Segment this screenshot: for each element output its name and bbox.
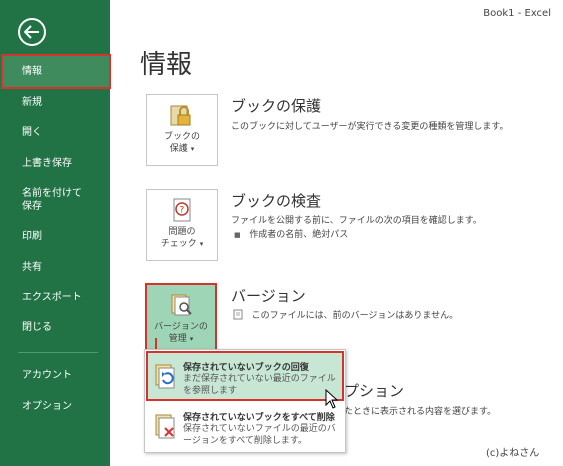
- sidebar-item-info[interactable]: 情報: [1, 54, 111, 89]
- sidebar-item-label: 新規: [22, 97, 42, 108]
- inspect-description: ファイルを公開する前に、ファイルの次の項目を確認します。: [231, 216, 482, 226]
- versions-description-text: このファイルには、前のバージョンはありません。: [251, 311, 459, 321]
- sidebar-item-label: 情報: [22, 66, 42, 77]
- protect-title: ブックの保護: [231, 97, 322, 115]
- delete-document-icon: [155, 414, 175, 439]
- chevron-down-icon: ▾: [189, 335, 194, 343]
- versions-icon: [171, 294, 192, 316]
- sidebar-item-label: 開く: [22, 127, 42, 138]
- menu-item-title: 保存されていないブックをすべて削除: [183, 413, 335, 423]
- button-label-line2: 保護: [169, 144, 188, 154]
- protect-description: このブックに対してユーザーが実行できる変更の種類を管理します。: [231, 122, 509, 132]
- sidebar-item-print[interactable]: 印刷: [0, 230, 110, 243]
- browser-options-title: プション: [344, 382, 405, 400]
- document-icon: [233, 309, 243, 320]
- sidebar-item-save[interactable]: 上書き保存: [0, 157, 110, 170]
- manage-versions-menu: 保存されていないブックの回復 まだ保存されていない最近のファイルを参照します 保…: [144, 349, 346, 453]
- browser-options-description: たときに表示される内容を選びます。: [344, 407, 497, 417]
- chevron-down-icon: ▾: [199, 240, 204, 248]
- svg-text:?: ?: [180, 206, 185, 216]
- button-label-line1: 問題の: [168, 227, 196, 237]
- menu-item-title: 保存されていないブックの回復: [183, 363, 309, 373]
- sidebar-divider: [18, 352, 98, 353]
- sidebar-item-close[interactable]: 閉じる: [0, 321, 110, 334]
- protect-workbook-button[interactable]: ブックの 保護 ▾: [146, 94, 218, 166]
- sidebar-item-label: 印刷: [22, 231, 42, 242]
- sidebar-item-label: 名前を付けて: [22, 188, 82, 199]
- sidebar-item-new[interactable]: 新規: [0, 96, 110, 109]
- versions-description: このファイルには、前のバージョンはありません。: [233, 308, 458, 321]
- sidebar-item-open[interactable]: 開く: [0, 126, 110, 139]
- sidebar-item-account[interactable]: アカウント: [0, 369, 110, 382]
- mouse-cursor-icon: [325, 389, 339, 409]
- sidebar-item-share[interactable]: 共有: [0, 261, 110, 274]
- sidebar-item-save-as[interactable]: 名前を付けて 保存: [0, 187, 110, 213]
- sidebar-item-label: 閉じる: [22, 322, 52, 333]
- sidebar-item-label: 上書き保存: [22, 158, 72, 169]
- button-label-line1: ブックの: [163, 132, 200, 142]
- button-label-line2: 管理: [168, 334, 187, 344]
- inspect-detail-text: 作成者の名前、絶対パス: [249, 230, 349, 240]
- backstage-sidebar: 情報 新規 開く 上書き保存 名前を付けて 保存 印刷 共有 エクスポート 閉じ…: [0, 0, 111, 466]
- lock-icon: [170, 105, 191, 126]
- inspect-detail: ■ 作成者の名前、絶対パス: [234, 227, 348, 240]
- page-title: 情報: [140, 50, 193, 80]
- copyright-text: (c)よねさん: [486, 448, 540, 459]
- sidebar-item-label: 共有: [22, 262, 42, 273]
- menu-item-description: 保存されていないファイルの最近のバージョンをすべて削除します。: [183, 424, 336, 446]
- sidebar-item-options[interactable]: オプション: [0, 400, 110, 413]
- recover-document-icon: [155, 364, 175, 389]
- check-issues-button[interactable]: ? 問題の チェック ▾: [146, 189, 218, 261]
- button-label-line1: バージョンの: [154, 322, 208, 332]
- inspect-title: ブックの検査: [231, 192, 322, 210]
- sidebar-item-label: アカウント: [22, 370, 72, 381]
- chevron-down-icon: ▾: [190, 145, 195, 153]
- bullet-icon: ■: [234, 231, 241, 239]
- back-arrow-icon[interactable]: [18, 18, 46, 46]
- sidebar-item-export[interactable]: エクスポート: [0, 291, 110, 304]
- recover-unsaved-workbooks-item[interactable]: 保存されていないブックの回復 まだ保存されていない最近のファイルを参照します: [146, 351, 344, 401]
- window-title: Book1 - Excel: [483, 8, 551, 19]
- inspect-document-icon: ?: [173, 198, 191, 222]
- sidebar-item-label: 保存: [22, 201, 42, 212]
- button-label-line2: チェック: [160, 239, 197, 249]
- versions-title: バージョン: [231, 287, 306, 305]
- sidebar-item-label: エクスポート: [22, 292, 82, 303]
- delete-unsaved-workbooks-item[interactable]: 保存されていないブックをすべて削除 保存されていないファイルの最近のバージョンを…: [147, 402, 343, 450]
- sidebar-item-label: オプション: [22, 401, 72, 412]
- menu-item-description: まだ保存されていない最近のファイルを参照します: [183, 374, 336, 396]
